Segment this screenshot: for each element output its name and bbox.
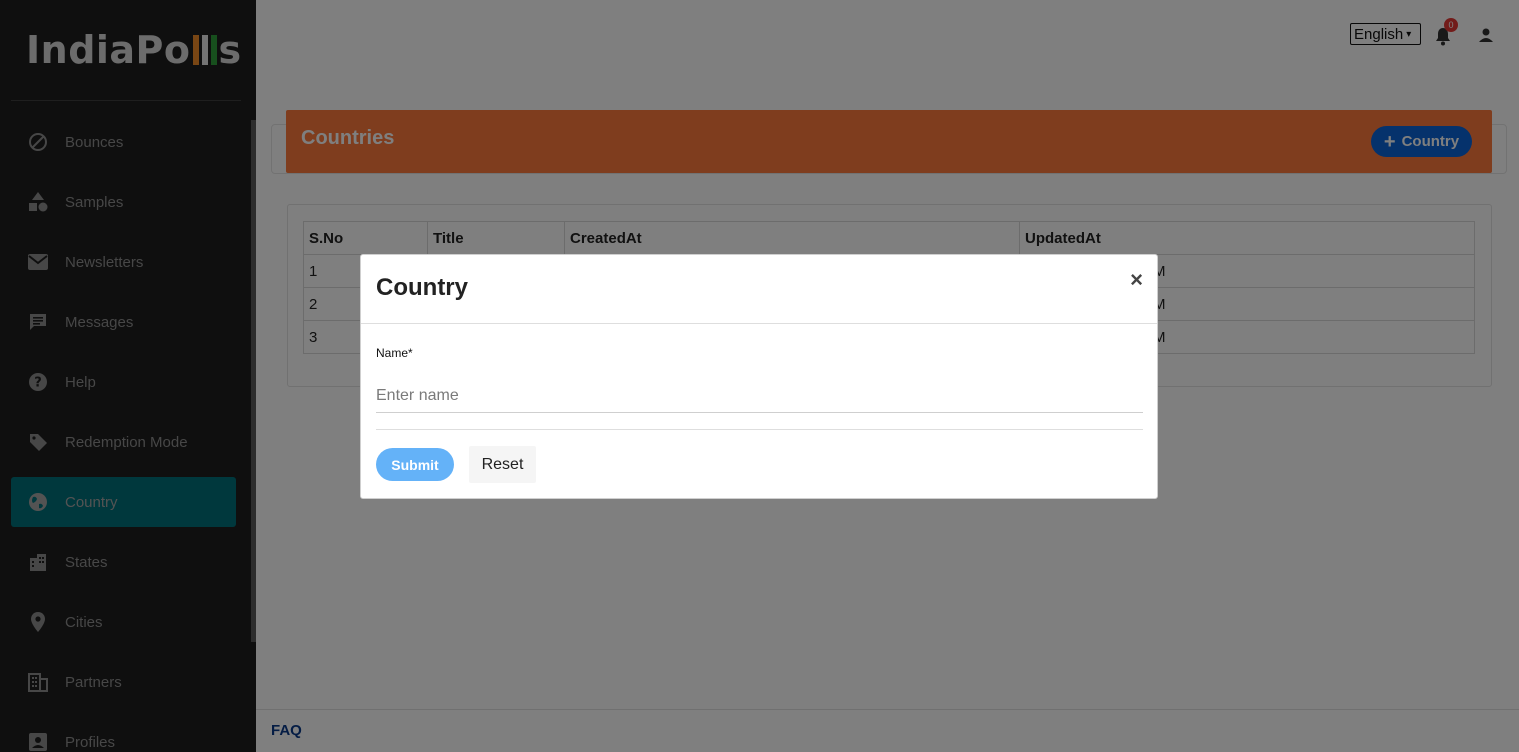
name-field-label: Name* <box>376 346 413 360</box>
modal-header-divider <box>361 323 1157 324</box>
name-input[interactable] <box>376 379 1143 413</box>
submit-button[interactable]: Submit <box>376 448 454 481</box>
reset-button[interactable]: Reset <box>469 446 536 483</box>
form-divider <box>376 429 1143 430</box>
modal-title: Country <box>376 274 468 301</box>
country-modal: Country × Name* Submit Reset <box>360 254 1158 499</box>
close-icon[interactable]: × <box>1130 269 1143 291</box>
